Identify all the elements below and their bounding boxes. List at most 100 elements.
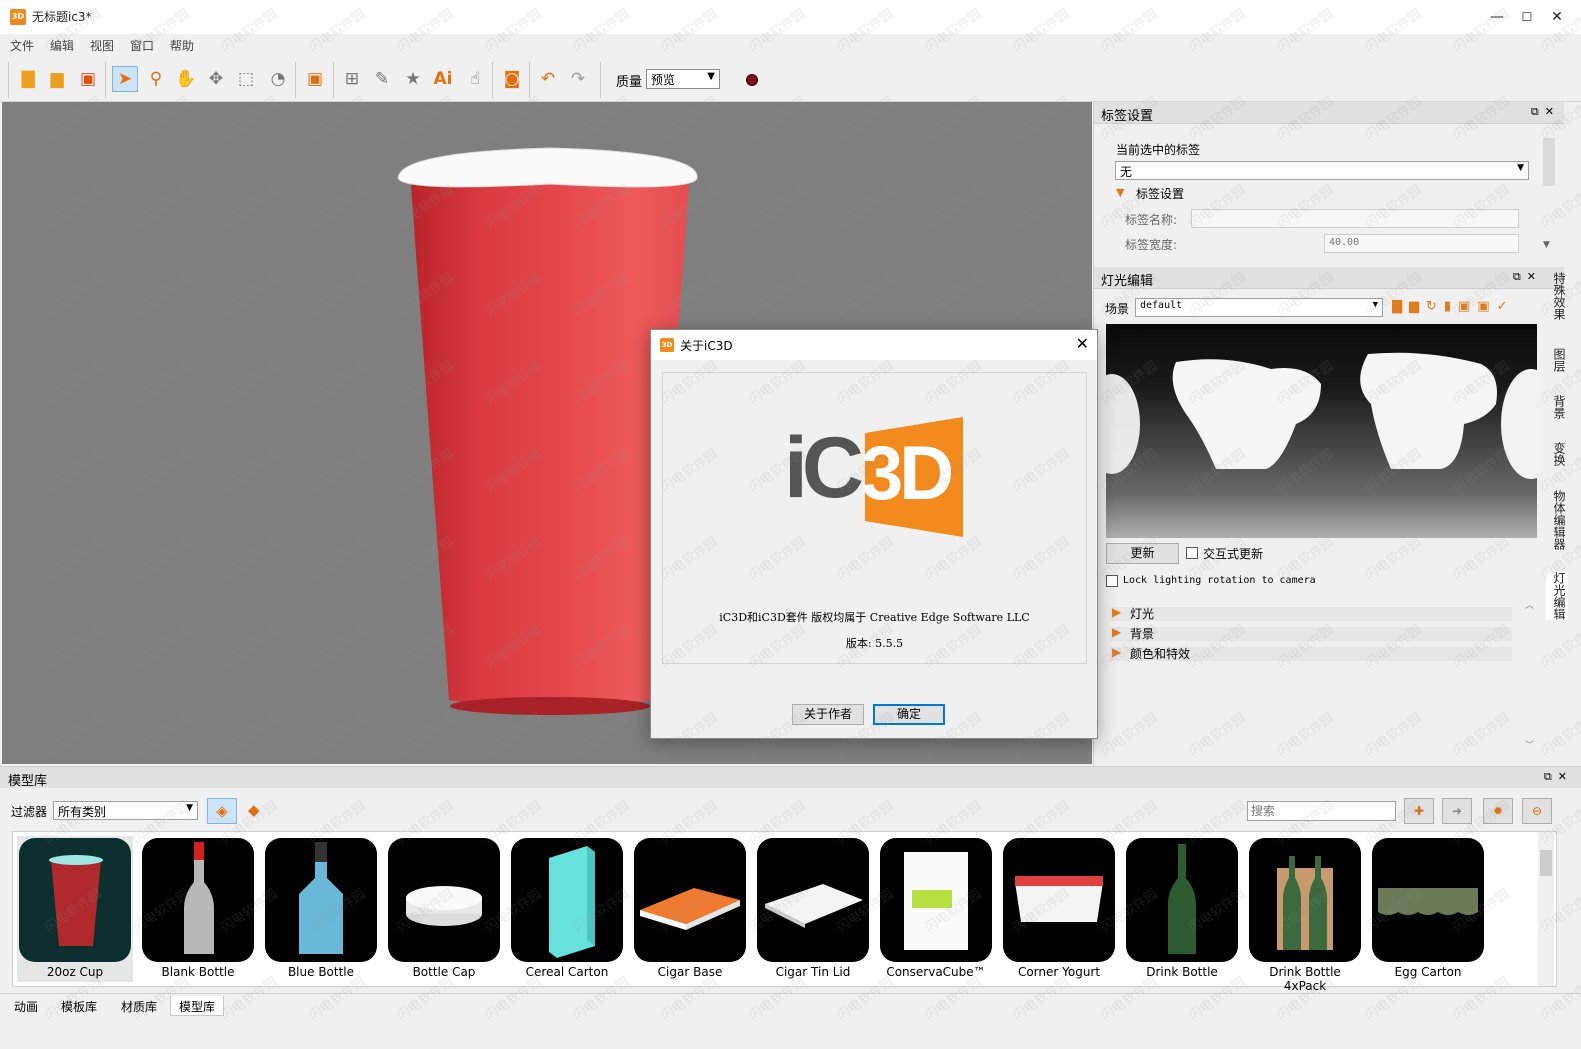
scrollbar-thumb[interactable]	[1543, 138, 1555, 186]
model-thumbnail	[1372, 838, 1484, 962]
color-effects-section[interactable]: ▶ 颜色和特效	[1110, 645, 1512, 661]
scroll-down-icon[interactable]: ﹀	[1525, 738, 1534, 751]
window-title: 无标题ic3*	[32, 10, 92, 24]
tab-material-library[interactable]: 材质库	[113, 996, 165, 1016]
update-button[interactable]: 更新	[1106, 543, 1179, 564]
tab-transform[interactable]: 变换	[1546, 442, 1568, 466]
menu-file[interactable]: 文件	[10, 37, 34, 54]
model-label: Cigar Base	[657, 965, 723, 979]
label-name-field[interactable]	[1191, 209, 1519, 228]
ok-button[interactable]: 确定	[873, 704, 945, 725]
about-author-button[interactable]: 关于作者	[792, 704, 864, 725]
star-icon[interactable]: ★	[400, 66, 426, 92]
open-folder-icon[interactable]: ▆	[44, 66, 70, 92]
model-card-20oz-cup[interactable]: 20oz Cup	[17, 836, 133, 982]
select-arrow-icon[interactable]: ➤	[112, 66, 138, 92]
model-card-blue-bottle[interactable]: Blue Bottle	[263, 836, 379, 982]
scroll-up-icon[interactable]: ︿	[1525, 598, 1534, 611]
move-icon[interactable]: ✥	[203, 66, 229, 92]
model-thumbnail	[388, 838, 500, 962]
tab-special-effects[interactable]: 特殊效果	[1546, 272, 1568, 320]
toolbar-separator	[295, 62, 296, 98]
add-model-icon[interactable]: ✚	[1404, 798, 1434, 824]
filter-label: 过滤器	[11, 805, 48, 819]
add-label-icon[interactable]: ⊞	[339, 66, 365, 92]
copyright-text: iC3D和iC3D套件 版权均属于 Creative Edge Software…	[719, 611, 1030, 624]
scene-value: default	[1140, 300, 1183, 311]
panel-float-close-icon[interactable]: ⧉✕	[1531, 105, 1560, 119]
edit-label-icon[interactable]: ✎	[369, 66, 395, 92]
close-button[interactable]: ✕	[1542, 6, 1572, 28]
gallery-scrollbar[interactable]	[1538, 832, 1554, 986]
tab-template-library[interactable]: 模板库	[53, 996, 105, 1016]
model-card-cereal-carton[interactable]: Cereal Carton	[509, 836, 625, 982]
new-file-icon[interactable]: ▇	[15, 66, 41, 92]
menu-edit[interactable]: 编辑	[50, 37, 74, 54]
bottom-tab-bar: 动画 模板库 材质库 模型库	[0, 993, 1581, 1017]
model-card-bottle-cap[interactable]: Bottle Cap	[386, 836, 502, 982]
tab-model-library[interactable]: 模型库	[170, 996, 225, 1016]
quality-select[interactable]: 预览 ▼	[646, 69, 720, 89]
minimize-button[interactable]: —	[1482, 6, 1512, 28]
lights-section[interactable]: ▶ 灯光	[1110, 605, 1512, 621]
model-thumbnail	[19, 838, 131, 962]
rotate-icon[interactable]: ◔	[265, 66, 291, 92]
scrollbar-thumb[interactable]	[1540, 850, 1552, 876]
model-card-cigar-tin-lid[interactable]: Cigar Tin Lid	[755, 836, 871, 982]
model-card-conservacube[interactable]: ConservaCube™	[878, 836, 994, 982]
light-editor-title: 灯光编辑	[1101, 274, 1154, 289]
model-card-corner-yogurt[interactable]: Corner Yogurt	[1001, 836, 1117, 982]
camera-icon[interactable]: ◙	[499, 66, 525, 92]
undo-icon[interactable]: ↶	[535, 66, 561, 92]
model-icon[interactable]: ◆	[248, 801, 260, 819]
panel-float-close-icon[interactable]: ⧉✕	[1513, 270, 1542, 284]
pan-hand-icon[interactable]: ✋	[173, 66, 199, 92]
dialog-title-bar: 3D 关于iC3D ✕	[651, 330, 1097, 360]
zoom-icon[interactable]: ⚲	[143, 66, 169, 92]
scale-icon[interactable]: ⬚	[233, 66, 259, 92]
scene-select[interactable]: default ▼	[1135, 298, 1383, 317]
model-settings-icon[interactable]: ✹	[1483, 798, 1513, 824]
model-card-egg-carton[interactable]: Egg Carton	[1370, 836, 1486, 982]
environment-preview[interactable]	[1084, 324, 1561, 538]
model-label: Drink Bottle 4xPack	[1269, 965, 1341, 993]
model-card-drink-bottle-4xpack[interactable]: Drink Bottle 4xPack	[1247, 836, 1363, 993]
tab-layers[interactable]: 图层	[1546, 348, 1568, 372]
label-width-field[interactable]: 40.00	[1324, 234, 1519, 253]
current-label-select[interactable]: 无 ▼	[1115, 161, 1529, 180]
app-logo-icon: 3D	[660, 338, 674, 352]
pointer-hand-icon[interactable]: ☝	[462, 66, 488, 92]
illustrator-import-icon[interactable]: Ai	[430, 66, 456, 92]
scroll-down-icon[interactable]: ▼	[1543, 240, 1550, 250]
menu-help[interactable]: 帮助	[170, 37, 194, 54]
close-icon[interactable]: ✕	[1076, 334, 1089, 353]
model-view-toggle-icon[interactable]: ◈	[207, 798, 237, 824]
import-model-icon[interactable]: ➜	[1442, 798, 1472, 824]
redo-icon[interactable]: ↷	[565, 66, 591, 92]
model-library-title: 模型库	[8, 774, 48, 789]
save-icon[interactable]: ▣	[75, 66, 101, 92]
tab-light-editor[interactable]: 灯光编辑	[1546, 572, 1568, 620]
filter-select[interactable]: 所有类别 ▼	[53, 801, 198, 820]
search-input[interactable]	[1247, 801, 1396, 821]
interactive-update-checkbox[interactable]	[1186, 547, 1198, 559]
menu-window[interactable]: 窗口	[130, 37, 154, 54]
tab-animation[interactable]: 动画	[6, 996, 46, 1016]
remove-model-icon[interactable]: ⊖	[1522, 798, 1552, 824]
panel-float-close-icon[interactable]: ⧉✕	[1544, 770, 1573, 784]
expand-triangle-icon[interactable]: ▼	[1116, 186, 1124, 199]
maximize-button[interactable]: ☐	[1512, 6, 1542, 28]
scene-tools-icons[interactable]: ▇▆↻▮▣▣✓	[1392, 299, 1515, 314]
fit-view-icon[interactable]: ▣	[302, 66, 328, 92]
model-card-drink-bottle[interactable]: Drink Bottle	[1124, 836, 1240, 982]
tab-background[interactable]: 背景	[1546, 395, 1568, 419]
model-card-blank-bottle[interactable]: Blank Bottle	[140, 836, 256, 982]
menu-view[interactable]: 视图	[90, 37, 114, 54]
model-thumbnail	[880, 838, 992, 962]
app-logo-icon: 3D	[10, 9, 26, 25]
tab-object-editor[interactable]: 物体编辑器	[1546, 490, 1568, 550]
background-section[interactable]: ▶ 背景	[1110, 625, 1512, 641]
record-icon[interactable]	[746, 74, 758, 86]
lock-rotation-checkbox[interactable]	[1106, 575, 1118, 587]
model-card-cigar-base[interactable]: Cigar Base	[632, 836, 748, 982]
